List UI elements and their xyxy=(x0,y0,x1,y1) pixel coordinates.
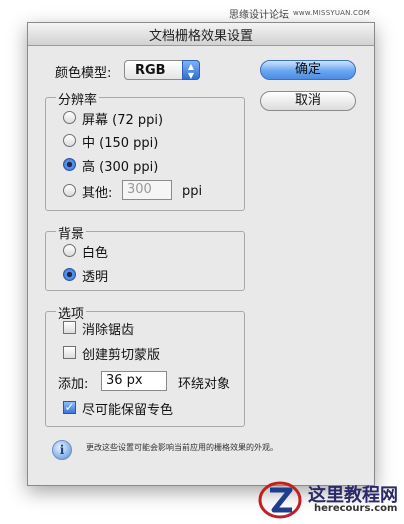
resolution-group-title: 分辨率 xyxy=(56,89,100,108)
preserve-spot-checkbox[interactable]: ✓ xyxy=(63,401,76,414)
color-model-value: RGB xyxy=(135,63,166,78)
site-logo: 这里教程网 herecours.com xyxy=(258,478,402,520)
color-model-select[interactable]: RGB ▲ ▼ xyxy=(124,60,200,80)
radio-screen[interactable] xyxy=(63,111,76,124)
radio-other-label: 其他: xyxy=(82,186,113,201)
other-ppi-unit: ppi xyxy=(182,184,203,199)
add-label: 添加: xyxy=(58,377,89,392)
radio-medium-label: 中 (150 ppi) xyxy=(82,136,159,151)
watermark: 思缘设计论坛 www.MISSYUAN.COM xyxy=(229,6,399,21)
preserve-spot-label: 尽可能保留专色 xyxy=(82,403,174,418)
color-model-label: 颜色模型: xyxy=(55,66,112,81)
add-suffix: 环绕对象 xyxy=(178,377,231,392)
radio-screen-label: 屏幕 (72 ppi) xyxy=(82,113,164,128)
info-text: 更改这些设置可能会影响当前应用的栅格效果的外观。 xyxy=(86,443,278,452)
chevron-updown-icon: ▲ ▼ xyxy=(182,60,200,80)
raster-effects-dialog: 文档栅格效果设置 颜色模型: RGB ▲ ▼ 确定 取消 分辨率 屏幕 (72 p… xyxy=(27,22,375,486)
radio-medium[interactable] xyxy=(63,134,76,147)
radio-other[interactable] xyxy=(63,184,76,197)
antialias-checkbox[interactable] xyxy=(63,321,76,334)
antialias-label: 消除锯齿 xyxy=(82,323,135,338)
clipping-mask-checkbox[interactable] xyxy=(63,346,76,359)
radio-white[interactable] xyxy=(63,244,76,257)
info-icon: i xyxy=(52,440,72,460)
radio-white-label: 白色 xyxy=(82,246,109,261)
clipping-mask-label: 创建剪切蒙版 xyxy=(82,348,161,363)
radio-transparent-label: 透明 xyxy=(82,270,109,285)
radio-high[interactable] xyxy=(63,158,76,171)
watermark-text: 思缘设计论坛 xyxy=(229,9,289,21)
add-margin-input[interactable]: 36 px xyxy=(101,371,167,391)
watermark-site: www.MISSYUAN.COM xyxy=(293,9,371,17)
ok-button[interactable]: 确定 xyxy=(260,60,356,80)
radio-transparent[interactable] xyxy=(63,268,76,281)
background-group-title: 背景 xyxy=(56,223,87,242)
radio-high-label: 高 (300 ppi) xyxy=(82,160,159,175)
logo-url: herecours.com xyxy=(314,503,398,514)
dialog-title: 文档栅格效果设置 xyxy=(28,23,374,46)
cancel-button[interactable]: 取消 xyxy=(260,91,356,111)
other-ppi-input[interactable]: 300 xyxy=(122,180,172,200)
logo-z-icon xyxy=(258,481,302,519)
